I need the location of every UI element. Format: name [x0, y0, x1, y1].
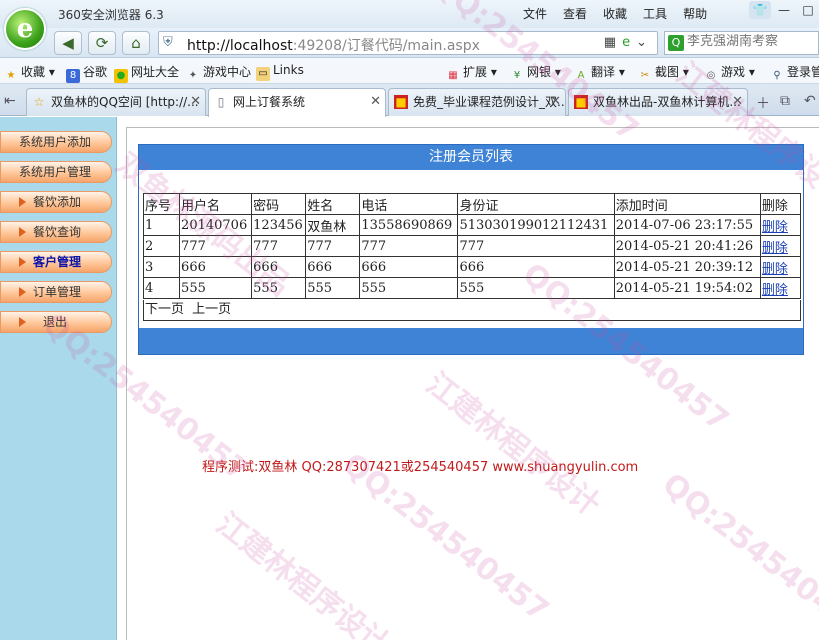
col-index: 序号	[142, 193, 181, 215]
browser-logo-icon: e	[4, 8, 46, 50]
panel-footer	[139, 328, 803, 354]
star-icon: ☆	[33, 95, 45, 109]
address-tools[interactable]: ▦e⌄	[604, 35, 653, 50]
site-icon: ■	[574, 95, 588, 109]
bookmark-game-center[interactable]: ✦ 游戏中心	[186, 63, 251, 83]
site-icon: ■	[394, 95, 408, 109]
tab-list-icon[interactable]: ⇤	[4, 93, 16, 109]
search-engine-icon[interactable]: Q	[668, 35, 684, 51]
sidebar-item-query-dish[interactable]: 餐饮查询	[0, 221, 112, 243]
app-title: 360安全浏览器 6.3	[58, 8, 164, 22]
menu-help[interactable]: 帮助	[678, 4, 712, 23]
close-tab-icon[interactable]: ✕	[550, 89, 561, 115]
navigation-bar: ◀ ⟳ ⌂ ⛨ http://localhost:49208/订餐代码/main…	[0, 28, 819, 58]
screenshot-button[interactable]: ✂ 截图 ▾	[638, 63, 689, 83]
refresh-button[interactable]: ⟳	[88, 31, 116, 55]
arrow-right-icon	[19, 317, 26, 327]
col-password: 密码	[251, 193, 307, 215]
sidebar-item-logout[interactable]: 退出	[0, 311, 112, 333]
table-row: 4 555 555 555 555 555 2014-05-21 19:54:0…	[142, 277, 802, 299]
minimize-icon[interactable]: —	[773, 1, 795, 19]
sidebar-item-add-system-user[interactable]: 系统用户添加	[0, 131, 112, 153]
extensions-button[interactable]: ▦ 扩展 ▾	[446, 63, 497, 83]
col-phone: 电话	[359, 193, 459, 215]
tab-shuangyulin[interactable]: ■ 双鱼林出品-双鱼林计算机... ✕	[568, 88, 748, 116]
favorites-menu[interactable]: ★ 收藏 ▾	[4, 63, 55, 83]
table-header-row: 序号 用户名 密码 姓名 电话 身份证 添加时间 删除	[142, 193, 802, 215]
search-box[interactable]: Q	[664, 31, 819, 55]
netbank-button[interactable]: ¥ 网银 ▾	[510, 63, 561, 83]
sidebar-item-orders[interactable]: 订单管理	[0, 281, 112, 303]
page-icon: ▯	[217, 95, 225, 109]
col-username: 用户名	[179, 193, 253, 215]
close-tab-icon[interactable]: ✕	[190, 89, 201, 115]
main-frame: 注册会员列表 序号 用户名 密码 姓名 电话 身份证 添加时间 删除 1 201…	[126, 127, 819, 640]
tab-course-design[interactable]: ■ 免费_毕业课程范例设计_双... ✕	[388, 88, 566, 116]
next-page-link[interactable]: 下一页	[145, 302, 184, 317]
arrow-right-icon	[19, 227, 26, 237]
undo-close-icon[interactable]: ↶	[804, 93, 816, 109]
login-button[interactable]: ⚲ 登录管	[770, 63, 819, 83]
arrow-right-icon	[19, 197, 26, 207]
games-button[interactable]: ◎ 游戏 ▾	[704, 63, 755, 83]
delete-link[interactable]: 删除	[762, 262, 788, 277]
maximize-icon[interactable]: □	[797, 1, 819, 19]
close-tab-icon[interactable]: ✕	[732, 89, 743, 115]
col-id-card: 身份证	[457, 193, 615, 215]
menu-file[interactable]: 文件	[518, 4, 552, 23]
delete-link[interactable]: 删除	[762, 283, 788, 298]
menu-view[interactable]: 查看	[558, 4, 592, 23]
search-input[interactable]	[687, 34, 807, 49]
sidebar-item-add-dish[interactable]: 餐饮添加	[0, 191, 112, 213]
delete-link[interactable]: 删除	[762, 220, 788, 235]
tab-qq-space[interactable]: ☆ 双鱼林的QQ空间 [http://... ✕	[26, 88, 206, 116]
bookmark-hao360[interactable]: ● 网址大全	[114, 63, 179, 83]
arrow-right-icon	[19, 287, 26, 297]
title-bar: 360安全浏览器 6.3 文件 查看 收藏 工具 帮助 👕 — □	[0, 0, 819, 28]
table-row: 2 777 777 777 777 777 2014-05-21 20:41:2…	[142, 235, 802, 257]
col-delete: 删除	[759, 193, 802, 215]
tab-ordering-system[interactable]: ▯ 网上订餐系统 ✕	[208, 88, 386, 117]
shield-icon: ⛨	[163, 35, 173, 50]
translate-button[interactable]: A 翻译 ▾	[574, 63, 625, 83]
window-controls: 👕 — □	[749, 1, 819, 19]
bookmark-links[interactable]: ▭ Links	[256, 63, 304, 81]
url-text[interactable]: http://localhost:49208/订餐代码/main.aspx	[187, 35, 480, 55]
member-list-panel: 注册会员列表 序号 用户名 密码 姓名 电话 身份证 添加时间 删除 1 201…	[138, 144, 804, 355]
col-added-time: 添加时间	[613, 193, 761, 215]
pager: 下一页 上一页	[143, 300, 801, 321]
delete-link[interactable]: 删除	[762, 241, 788, 256]
member-table: 序号 用户名 密码 姓名 电话 身份证 添加时间 删除 1 20140706 1	[142, 193, 802, 299]
table-row: 1 20140706 123456 双鱼林 13558690869 513030…	[142, 214, 802, 236]
table-row: 3 666 666 666 666 666 2014-05-21 20:39:1…	[142, 256, 802, 278]
tab-bar: ⇤ ☆ 双鱼林的QQ空间 [http://... ✕ ▯ 网上订餐系统 ✕ ■ …	[0, 84, 819, 117]
address-bar[interactable]: ⛨ http://localhost:49208/订餐代码/main.aspx …	[158, 31, 658, 55]
home-button[interactable]: ⌂	[122, 31, 150, 55]
page-content: 系统用户添加 系统用户管理 餐饮添加 餐饮查询 客户管理 订单管理 退出 注册会…	[0, 117, 819, 640]
restore-tab-icon[interactable]: ⧉	[780, 93, 790, 109]
sidebar-item-customers[interactable]: 客户管理	[0, 251, 112, 273]
menu-tools[interactable]: 工具	[638, 4, 672, 23]
back-button[interactable]: ◀	[54, 31, 82, 55]
new-tab-icon[interactable]: ＋	[756, 93, 770, 113]
col-name: 姓名	[305, 193, 361, 215]
arrow-right-icon	[19, 257, 26, 267]
menu-favorites[interactable]: 收藏	[598, 4, 632, 23]
skin-icon[interactable]: 👕	[749, 1, 771, 19]
close-tab-icon[interactable]: ✕	[370, 89, 381, 115]
panel-title: 注册会员列表	[139, 145, 803, 170]
sidebar-item-manage-system-user[interactable]: 系统用户管理	[0, 161, 112, 183]
bookmark-google[interactable]: 8 谷歌	[66, 63, 107, 83]
favorites-bar: ★ 收藏 ▾ 8 谷歌 ● 网址大全 ✦ 游戏中心 ▭ Links ▦ 扩展 ▾ ¥ 网银 ▾…	[0, 58, 819, 84]
prev-page-link[interactable]: 上一页	[192, 302, 231, 317]
sidebar: 系统用户添加 系统用户管理 餐饮添加 餐饮查询 客户管理 订单管理 退出	[0, 117, 117, 640]
credit-text: 程序测试:双鱼林 QQ:287307421或254540457 www.shua…	[202, 460, 639, 475]
menu-bar: 文件 查看 收藏 工具 帮助	[518, 4, 712, 23]
